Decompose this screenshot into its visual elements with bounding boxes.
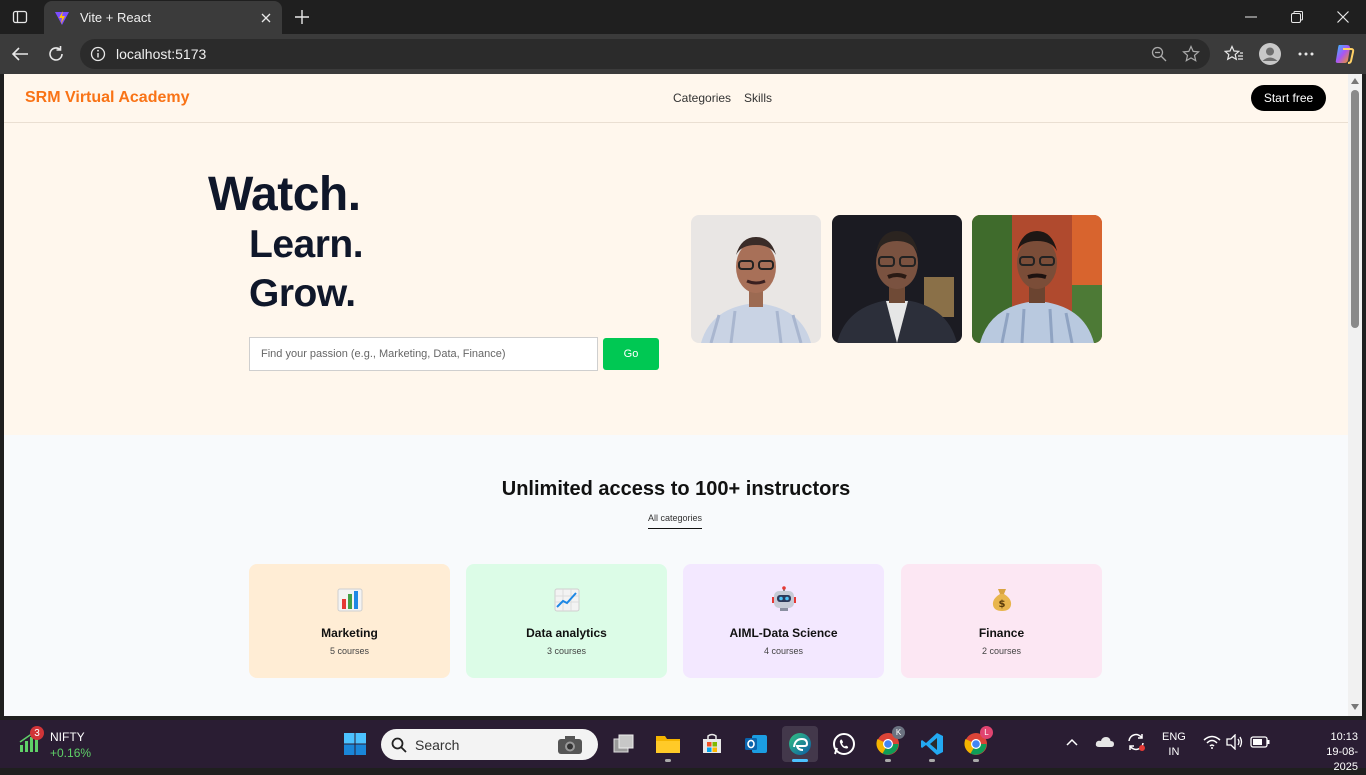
language-region: IN: [1168, 746, 1180, 758]
category-name: AIML-Data Science: [729, 626, 838, 640]
address-bar[interactable]: localhost:5173: [80, 39, 1210, 69]
robot-icon: [771, 586, 797, 612]
category-name: Finance: [978, 626, 1025, 640]
nav-link-categories[interactable]: Categories: [673, 91, 731, 105]
category-course-count: 5 courses: [329, 646, 370, 656]
taskbar-search-label: Search: [415, 736, 460, 753]
hero-section: Watch. Learn. Grow. Go: [4, 123, 1348, 435]
running-indicator: [973, 759, 979, 762]
volume-icon[interactable]: [1223, 730, 1247, 754]
edge-browser-icon[interactable]: [782, 726, 818, 762]
onedrive-cloud-icon[interactable]: [1093, 730, 1117, 754]
restore-icon[interactable]: [1274, 4, 1320, 30]
close-window-icon[interactable]: [1320, 4, 1366, 30]
language-indicator[interactable]: ENG IN: [1162, 730, 1186, 760]
category-card-data-analytics[interactable]: Data analytics 3 courses: [466, 564, 667, 678]
running-indicator: [885, 759, 891, 762]
hero-heading-grow: Grow.: [249, 272, 356, 315]
trend-chart-icon: [554, 586, 580, 612]
camera-icon: [557, 734, 583, 756]
hero-heading-learn: Learn.: [249, 223, 364, 266]
whatsapp-icon[interactable]: [826, 726, 862, 762]
scroll-down-icon[interactable]: [1351, 704, 1359, 710]
zoom-icon[interactable]: [1148, 43, 1170, 65]
all-categories-tab[interactable]: All categories: [648, 513, 703, 529]
passion-search-input[interactable]: [249, 337, 598, 371]
profile-k-badge-icon: K: [892, 726, 905, 739]
running-indicator: [665, 759, 671, 762]
category-course-count: 4 courses: [763, 646, 804, 656]
start-free-button[interactable]: Start free: [1251, 85, 1326, 111]
brand-logo[interactable]: SRM Virtual Academy: [25, 89, 190, 107]
scrollbar-thumb[interactable]: [1351, 90, 1359, 328]
wifi-icon[interactable]: [1200, 730, 1224, 754]
scroll-up-icon[interactable]: [1351, 78, 1359, 84]
clock-time: 10:13: [1330, 731, 1358, 743]
vite-favicon-icon: [54, 10, 70, 26]
file-explorer-icon[interactable]: [650, 726, 686, 762]
tab-close-icon[interactable]: [254, 6, 278, 30]
language-code: ENG: [1162, 731, 1186, 743]
refresh-icon[interactable]: [42, 40, 70, 68]
sync-update-icon[interactable]: [1124, 730, 1148, 754]
category-course-count: 2 courses: [981, 646, 1022, 656]
category-name: Marketing: [321, 626, 378, 640]
active-indicator: [792, 759, 808, 762]
category-name: Data analytics: [526, 626, 607, 640]
browser-toolbar: localhost:5173: [0, 34, 1366, 74]
instructors-heading: Unlimited access to 100+ instructors: [501, 478, 851, 500]
clock-date: 19-08-2025: [1326, 746, 1358, 773]
page-viewport: SRM Virtual Academy Categories Skills St…: [4, 74, 1348, 716]
category-card-finance[interactable]: $ Finance 2 courses: [901, 564, 1102, 678]
chrome-profile-k-icon[interactable]: K: [870, 726, 906, 762]
browser-tab-bar: Vite + React: [0, 0, 1366, 34]
category-course-count: 3 courses: [546, 646, 587, 656]
category-card-aiml-data-science[interactable]: AIML-Data Science 4 courses: [683, 564, 884, 678]
profile-l-badge-icon: L: [980, 726, 993, 739]
more-menu-icon[interactable]: [1292, 40, 1320, 68]
category-card-marketing[interactable]: Marketing 5 courses: [249, 564, 450, 678]
go-button[interactable]: Go: [603, 338, 659, 370]
instructor-photo: [832, 215, 962, 343]
new-tab-icon[interactable]: [290, 5, 314, 29]
favorites-icon[interactable]: [1220, 40, 1248, 68]
money-bag-icon: $: [989, 586, 1015, 612]
running-indicator: [929, 759, 935, 762]
microsoft-store-icon[interactable]: [694, 726, 730, 762]
copilot-icon[interactable]: [1330, 40, 1358, 68]
favorite-star-icon[interactable]: [1180, 43, 1202, 65]
page-scrollbar[interactable]: [1348, 74, 1362, 716]
vscode-icon[interactable]: [914, 726, 950, 762]
windows-start-icon[interactable]: [337, 726, 373, 762]
stock-ticker-widget[interactable]: 3 NIFTY +0.16%: [18, 726, 91, 760]
url-text[interactable]: localhost:5173: [116, 46, 206, 62]
hero-heading-watch: Watch.: [208, 168, 361, 221]
browser-tab[interactable]: Vite + React: [44, 1, 282, 34]
search-icon: [391, 737, 407, 753]
nav-link-skills[interactable]: Skills: [744, 91, 772, 105]
notification-badge: 3: [30, 726, 44, 740]
system-clock[interactable]: 10:13 19-08-2025: [1308, 730, 1358, 775]
show-hidden-icons-chevron-icon[interactable]: [1060, 730, 1084, 754]
battery-icon[interactable]: [1248, 730, 1272, 754]
profile-avatar-icon[interactable]: [1256, 40, 1284, 68]
instructor-photo: [691, 215, 821, 343]
task-view-icon[interactable]: [606, 726, 642, 762]
ticker-change: +0.16%: [50, 746, 92, 760]
outlook-icon[interactable]: [738, 726, 774, 762]
instructor-photo: [972, 215, 1102, 343]
chrome-profile-l-icon[interactable]: L: [958, 726, 994, 762]
bar-chart-icon: [337, 586, 363, 612]
tab-title: Vite + React: [80, 10, 151, 25]
minimize-icon[interactable]: [1228, 4, 1274, 30]
ticker-name: NIFTY: [50, 730, 85, 744]
taskbar-search-box[interactable]: Search: [381, 729, 598, 760]
svg-text:$: $: [998, 599, 1005, 610]
back-icon[interactable]: [6, 40, 34, 68]
windows-taskbar: 3 NIFTY +0.16% Search K L ENG IN 10:13 1…: [0, 720, 1366, 773]
tab-actions-icon[interactable]: [8, 6, 32, 28]
site-header: SRM Virtual Academy Categories Skills St…: [4, 74, 1348, 123]
site-info-icon[interactable]: [90, 46, 106, 62]
